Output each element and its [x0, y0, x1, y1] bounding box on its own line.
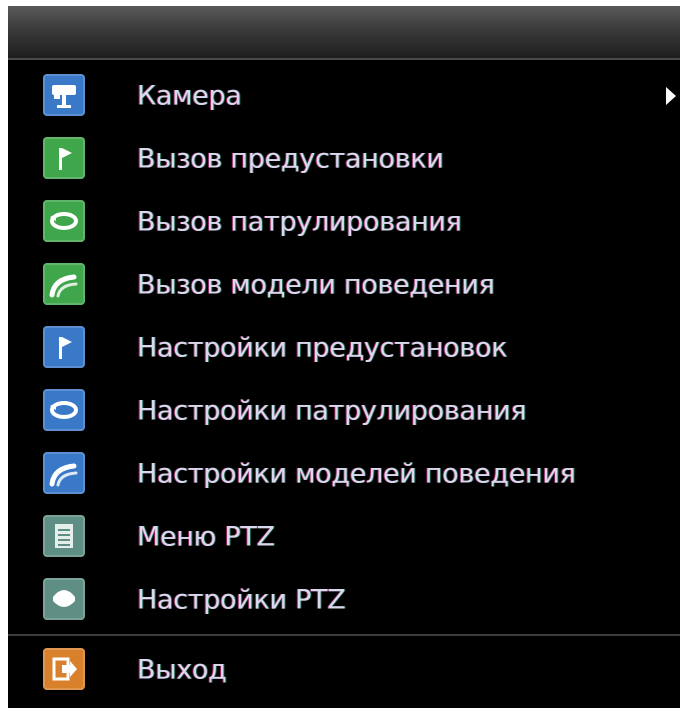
menu-item-exit[interactable]: Выход [8, 638, 680, 701]
menu-item-label: Меню PTZ [137, 521, 275, 552]
exit-icon [43, 648, 85, 690]
patrol-loop-icon [43, 389, 85, 431]
menu-item-pattern-settings[interactable]: Настройки моделей поведения [8, 442, 680, 505]
menu-item-call-patrol[interactable]: Вызов патрулирования [8, 190, 680, 253]
menu-item-ptz-settings[interactable]: Настройки PTZ [8, 568, 680, 631]
menu-item-call-preset[interactable]: Вызов предустановки [8, 127, 680, 190]
menu-list: Камера Вызов предустановки Вызов патрули… [8, 64, 680, 701]
menu-item-call-pattern[interactable]: Вызов модели поведения [8, 253, 680, 316]
menu-item-label: Камера [137, 80, 242, 111]
preset-flag-icon [43, 137, 85, 179]
submenu-arrow-icon [666, 86, 676, 105]
pattern-curve-icon [43, 452, 85, 494]
menu-item-camera[interactable]: Камера [8, 64, 680, 127]
patrol-loop-icon [43, 200, 85, 242]
menu-item-label: Настройки моделей поведения [137, 458, 576, 489]
menu-list-icon [43, 515, 85, 557]
preset-flag-icon [43, 326, 85, 368]
menu-item-label: Выход [137, 654, 227, 685]
menu-divider [8, 634, 680, 636]
menu-item-label: Настройки предустановок [137, 332, 508, 363]
menu-item-label: Настройки патрулирования [137, 395, 527, 426]
menu-item-ptz-menu[interactable]: Меню PTZ [8, 505, 680, 568]
menu-item-label: Вызов патрулирования [137, 206, 462, 237]
ptz-context-menu: Камера Вызов предустановки Вызов патрули… [8, 6, 680, 708]
menu-item-label: Настройки PTZ [137, 584, 346, 615]
menu-item-label: Вызов модели поведения [137, 269, 495, 300]
camera-icon [43, 74, 85, 116]
pattern-curve-icon [43, 263, 85, 305]
ptz-dome-icon [43, 578, 85, 620]
menu-item-patrol-settings[interactable]: Настройки патрулирования [8, 379, 680, 442]
menu-item-preset-settings[interactable]: Настройки предустановок [8, 316, 680, 379]
menu-title-bar [8, 6, 680, 60]
menu-item-label: Вызов предустановки [137, 143, 444, 174]
